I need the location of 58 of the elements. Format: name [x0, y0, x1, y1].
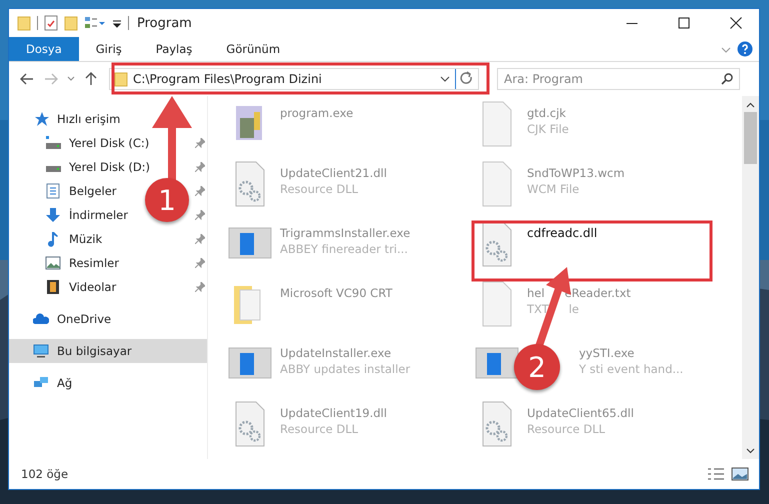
- file-type: Resource DLL: [280, 422, 358, 436]
- search-icon[interactable]: [721, 73, 733, 85]
- view-dropdown-icon[interactable]: [84, 15, 106, 31]
- sidebar-item[interactable]: Videolar: [69, 280, 116, 294]
- scroll-down-icon[interactable]: [746, 446, 755, 455]
- drive-icon: [45, 135, 61, 151]
- file-type: CJK File: [527, 122, 569, 136]
- image-icon: [45, 255, 61, 271]
- large-icons-view-icon[interactable]: [731, 467, 749, 481]
- pin-icon[interactable]: [195, 138, 205, 148]
- search-field[interactable]: Ara: Program: [497, 68, 740, 90]
- cloud-icon: [33, 311, 49, 327]
- help-icon[interactable]: [737, 41, 753, 57]
- pin-icon[interactable]: [195, 162, 205, 172]
- scroll-up-icon[interactable]: [746, 101, 755, 110]
- ribbon-tab[interactable]: Dosya: [9, 37, 79, 61]
- sidebar-item[interactable]: OneDrive: [57, 312, 112, 326]
- monitor-icon: [33, 343, 49, 359]
- pin-icon[interactable]: [195, 258, 205, 268]
- file-type: Resource DLL: [280, 182, 358, 196]
- ribbon-tab[interactable]: Paylaş: [138, 37, 210, 61]
- sidebar-item[interactable]: Resimler: [69, 256, 119, 270]
- drive-icon: [45, 166, 61, 172]
- pin-icon[interactable]: [195, 282, 205, 292]
- expand-ribbon-icon[interactable]: [721, 46, 731, 54]
- properties-icon[interactable]: [44, 15, 58, 31]
- item-count: 102 öğe: [21, 467, 68, 481]
- sidebar-item[interactable]: Müzik: [69, 232, 102, 246]
- film-icon: [45, 279, 61, 295]
- details-view-icon[interactable]: [707, 467, 725, 481]
- scroll-thumb[interactable]: [744, 112, 757, 164]
- file-type: ABBY updates installer: [280, 362, 410, 376]
- file-type: WCM File: [527, 182, 580, 196]
- file-type: ABBEY finereader tri...: [280, 242, 408, 256]
- file-type: Y sti event hand...: [579, 362, 684, 376]
- address-field[interactable]: C:\Program Files\Program Dizini: [109, 68, 479, 90]
- sidebar-item[interactable]: Yerel Disk (D:): [69, 160, 150, 174]
- sidebar-item[interactable]: Hızlı erişim: [57, 112, 120, 126]
- pin-icon[interactable]: [195, 210, 205, 220]
- pin-icon[interactable]: [195, 186, 205, 196]
- sidebar-item[interactable]: Belgeler: [69, 184, 117, 198]
- ribbon-tab[interactable]: Görünüm: [209, 37, 298, 61]
- dropdown-caret-icon[interactable]: [440, 75, 450, 83]
- folder-icon: [114, 71, 128, 87]
- file-type: Resource DLL: [527, 422, 606, 436]
- file-name[interactable]: cdfreadc.dll: [527, 226, 598, 240]
- download-icon: [45, 207, 61, 223]
- file-type: le: [568, 302, 580, 316]
- document-icon: [45, 183, 61, 199]
- sidebar-item[interactable]: Yerel Disk (C:): [69, 136, 150, 150]
- window-title: Program: [137, 16, 192, 30]
- music-note-icon: [45, 231, 61, 247]
- sidebar-item[interactable]: Ağ: [57, 376, 72, 390]
- ribbon-tab[interactable]: Giriş: [78, 37, 139, 61]
- scrollbar[interactable]: [742, 96, 759, 459]
- pin-icon[interactable]: [195, 234, 205, 244]
- sidebar-item[interactable]: İndirmeler: [69, 208, 128, 222]
- star-icon: [33, 111, 49, 127]
